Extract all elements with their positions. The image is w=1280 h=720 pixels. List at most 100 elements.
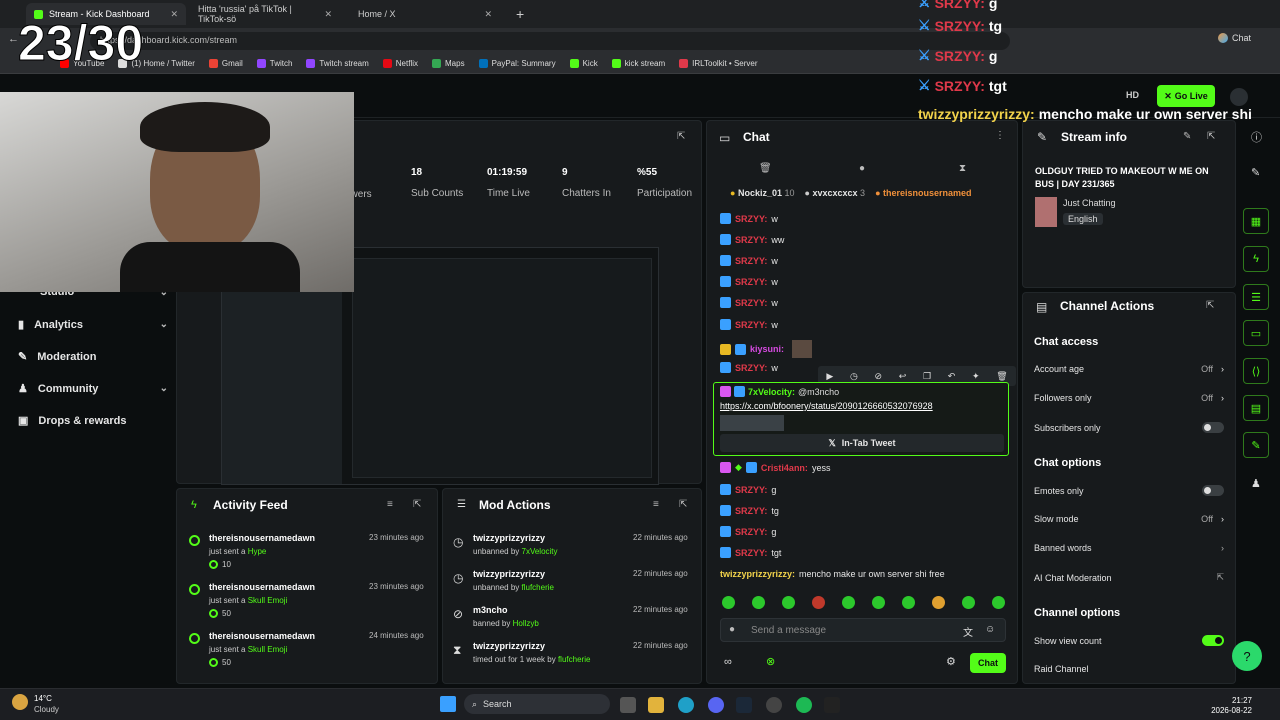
- emote-icon[interactable]: [872, 596, 885, 609]
- bookmark-gmail[interactable]: Gmail: [208, 59, 243, 68]
- windows-start-icon[interactable]: [440, 696, 456, 712]
- rail-server-button[interactable]: ▤: [1243, 395, 1269, 421]
- sidebar-item-community[interactable]: ♟ Community ⌄: [18, 382, 168, 396]
- hd-icon[interactable]: HD: [1126, 90, 1139, 100]
- emote-icon[interactable]: [752, 596, 765, 609]
- coin-icon[interactable]: ⊗: [766, 655, 775, 668]
- taskbar-search[interactable]: ⌕ Search: [464, 694, 610, 714]
- pencil-icon[interactable]: ✎: [1251, 166, 1260, 179]
- rail-wrench-button[interactable]: ✎: [1243, 432, 1269, 458]
- tab-tiktok[interactable]: Hitta 'russia' på TikTok | TikTok-sö ✕: [190, 3, 340, 25]
- avatar[interactable]: [1230, 88, 1248, 106]
- edge-icon[interactable]: [678, 697, 694, 713]
- gear-icon[interactable]: ⚙: [946, 655, 956, 668]
- banned-words-row[interactable]: Banned words ›: [1034, 543, 1224, 553]
- spotify-icon[interactable]: [796, 697, 812, 713]
- rail-stats-button[interactable]: ▦: [1243, 208, 1269, 234]
- mod-badge-icon: [720, 462, 731, 473]
- infinity-icon[interactable]: ∞: [724, 656, 732, 668]
- app-icon[interactable]: [824, 697, 840, 713]
- pinned-user[interactable]: ● xvxcxcxcx 3: [805, 188, 866, 198]
- tab-x-home[interactable]: Home / X ✕: [350, 3, 500, 25]
- file-explorer-icon[interactable]: [648, 697, 664, 713]
- streamer-hair: [140, 102, 270, 152]
- raid-channel-row[interactable]: Raid Channel: [1034, 664, 1224, 674]
- edit-icon[interactable]: ✎: [1183, 131, 1191, 142]
- more-icon[interactable]: ⋮: [995, 130, 1005, 141]
- filter-icon[interactable]: ≡: [387, 499, 393, 510]
- filter-icon[interactable]: ≡: [653, 499, 659, 510]
- pinned-user[interactable]: ● Nockiz_01 10: [730, 188, 795, 198]
- emote-icon[interactable]: [722, 596, 735, 609]
- url-field[interactable]: https://dashboard.kick.com/stream: [90, 32, 1010, 50]
- tweet-link[interactable]: https://x.com/bfoonery/status/2090126660…: [720, 401, 933, 411]
- translate-icon[interactable]: 文: [963, 624, 973, 639]
- close-icon[interactable]: ✕: [170, 9, 178, 20]
- bookmark-kick-stream[interactable]: kick stream: [611, 59, 665, 68]
- clock-icon[interactable]: ◷: [850, 371, 858, 382]
- bookmark-twitch-stream[interactable]: Twitch stream: [306, 59, 369, 68]
- bookmark-twitch[interactable]: Twitch: [256, 59, 292, 68]
- popout-icon[interactable]: ⇱: [1207, 131, 1215, 142]
- task-view-icon[interactable]: [620, 697, 636, 713]
- undo-icon[interactable]: ↶: [948, 371, 956, 382]
- comment-icon[interactable]: ●: [859, 163, 865, 174]
- rail-chat-button[interactable]: ▭: [1243, 320, 1269, 346]
- sidebar-item-drops-rewards[interactable]: ▣ Drops & rewards: [18, 414, 168, 428]
- subscribers-only-toggle[interactable]: [1202, 422, 1224, 433]
- emote-icon[interactable]: [962, 596, 975, 609]
- community-icon[interactable]: ♟: [1251, 477, 1261, 490]
- obs-icon[interactable]: [766, 697, 782, 713]
- trash-icon[interactable]: 🗑: [759, 163, 772, 174]
- sidebar-item-moderation[interactable]: ✎ Moderation: [18, 350, 168, 364]
- steam-icon[interactable]: [736, 697, 752, 713]
- emote-icon[interactable]: [992, 596, 1005, 609]
- play-icon[interactable]: ▶: [826, 371, 833, 382]
- trash-icon[interactable]: 🗑: [996, 371, 1007, 382]
- emote-icon[interactable]: [932, 596, 945, 609]
- discord-icon[interactable]: [708, 697, 724, 713]
- new-tab-button[interactable]: +: [508, 3, 528, 25]
- followers-only-row[interactable]: Followers only Off ›: [1034, 393, 1224, 403]
- slow-mode-row[interactable]: Slow mode Off ›: [1034, 514, 1224, 524]
- chat-browser-button[interactable]: Chat: [1218, 33, 1251, 43]
- emote-icon[interactable]: [842, 596, 855, 609]
- popout-icon[interactable]: ⇱: [677, 131, 685, 142]
- bookmark-maps[interactable]: Maps: [432, 59, 465, 68]
- go-live-button[interactable]: ✕ Go Live: [1157, 85, 1215, 107]
- rail-list-button[interactable]: ☰: [1243, 284, 1269, 310]
- bookmark-netflix[interactable]: Netflix: [382, 59, 418, 68]
- popout-icon[interactable]: ⇱: [679, 499, 687, 510]
- hourglass-icon[interactable]: ⧗: [959, 163, 966, 174]
- emote-icon[interactable]: [902, 596, 915, 609]
- slash-icon[interactable]: ⊘: [875, 371, 883, 382]
- close-icon[interactable]: ✕: [484, 9, 492, 20]
- help-button[interactable]: ?: [1232, 641, 1262, 671]
- emote-icon[interactable]: [812, 596, 825, 609]
- bookmark-paypal[interactable]: PayPal: Summary: [478, 59, 556, 68]
- emoji-icon[interactable]: ☺: [985, 624, 995, 635]
- reply-icon[interactable]: ↩: [899, 371, 907, 382]
- chat-input[interactable]: ● Send a message 文 ☺: [720, 618, 1006, 642]
- info-icon[interactable]: ⓘ: [1251, 129, 1262, 145]
- in-tab-tweet-button[interactable]: 𝕏 In-Tab Tweet: [720, 434, 1004, 452]
- ai-chat-moderation-row[interactable]: AI Chat Moderation ⇱: [1034, 572, 1224, 583]
- emotes-only-toggle[interactable]: [1202, 485, 1224, 496]
- rail-activity-button[interactable]: ϟ: [1243, 246, 1269, 272]
- bookmark-irltoolkit[interactable]: IRLToolkit • Server: [679, 59, 758, 68]
- account-age-row[interactable]: Account age Off ›: [1034, 364, 1224, 374]
- sidebar-item-analytics[interactable]: ▮ Analytics ⌄: [18, 318, 168, 332]
- close-icon[interactable]: ✕: [324, 9, 332, 20]
- popout-icon[interactable]: ⇱: [1206, 300, 1214, 311]
- show-view-count-toggle[interactable]: [1202, 635, 1224, 646]
- popout-icon[interactable]: ⇱: [413, 499, 421, 510]
- send-chat-button[interactable]: Chat: [970, 653, 1006, 673]
- vip-badge-icon: [720, 319, 731, 330]
- emote-icon[interactable]: [782, 596, 795, 609]
- rail-embed-button[interactable]: ⟨⟩: [1243, 358, 1269, 384]
- pin-icon[interactable]: ✦: [972, 371, 980, 382]
- vip-badge-icon: [720, 484, 731, 495]
- copy-icon[interactable]: ❐: [923, 371, 931, 382]
- bookmark-kick[interactable]: Kick: [569, 59, 598, 68]
- pinned-user[interactable]: ● thereisnousernamed: [875, 188, 971, 198]
